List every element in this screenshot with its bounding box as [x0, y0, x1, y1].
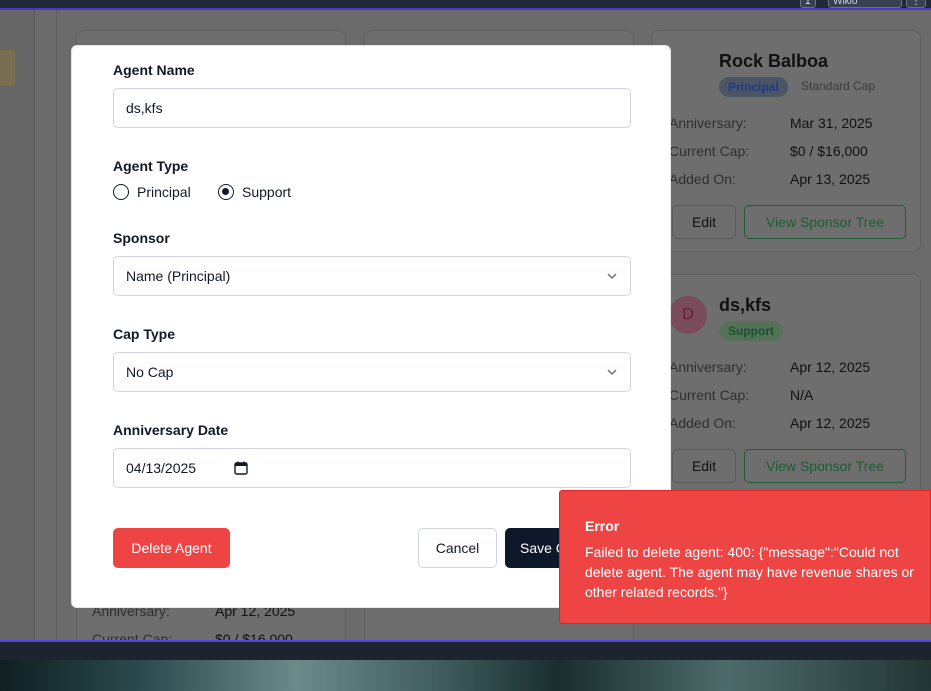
row-value: Apr 12, 2025	[790, 415, 871, 431]
agent-name: Rock Balboa	[719, 51, 829, 71]
row-label: Added On:	[669, 415, 736, 431]
row-value: $0 / $16,000	[790, 143, 868, 159]
radio-checked-icon[interactable]	[218, 184, 234, 200]
support-badge: Support	[719, 321, 783, 341]
toast-message: Failed to delete agent: 400: {"message":…	[585, 544, 914, 600]
row-value: Apr 13, 2025	[790, 171, 871, 187]
avatar: D	[669, 296, 707, 334]
toast-title: Error	[585, 518, 620, 534]
cap-type-text: Standard Cap	[801, 79, 876, 93]
cancel-button[interactable]: Cancel	[418, 528, 497, 568]
agent-name-label: Agent Name	[113, 62, 195, 78]
edit-button[interactable]: Edit	[672, 205, 736, 239]
agent-type-principal-radio[interactable]: Principal	[113, 184, 191, 200]
top-bar-control[interactable]: 1	[800, 0, 816, 8]
row-value: N/A	[790, 387, 814, 403]
background-sidebar	[0, 10, 35, 642]
cap-type-selected-value: No Cap	[126, 364, 174, 380]
view-sponsor-tree-button[interactable]: View Sponsor Tree	[744, 449, 906, 483]
principal-badge: Principal	[719, 77, 788, 97]
background-image	[0, 660, 931, 691]
row-label: Current Cap:	[669, 143, 750, 159]
top-bar-control[interactable]: Wiklo	[828, 0, 902, 8]
agent-name-input[interactable]: ds,kfs	[113, 88, 631, 128]
radio-unchecked-icon[interactable]	[113, 184, 129, 200]
delete-agent-button[interactable]: Delete Agent	[113, 528, 230, 568]
row-label: Current Cap:	[669, 387, 750, 403]
row-label: Added On:	[669, 171, 736, 187]
anniversary-date-value: 04/13/2025	[126, 460, 197, 476]
row-value: Mar 31, 2025	[790, 115, 873, 131]
sponsor-select[interactable]: Name (Principal)	[113, 256, 631, 296]
edit-button[interactable]: Edit	[672, 449, 736, 483]
radio-label: Principal	[137, 184, 191, 200]
chevron-down-icon	[607, 273, 617, 280]
top-bar: 1 Wiklo ⋮	[0, 0, 931, 10]
cap-type-select[interactable]: No Cap	[113, 352, 631, 392]
view-sponsor-tree-button[interactable]: View Sponsor Tree	[744, 205, 906, 239]
anniversary-date-label: Anniversary Date	[113, 422, 229, 438]
bottom-bar	[0, 642, 931, 660]
cap-type-label: Cap Type	[113, 326, 175, 342]
agent-card-rock-balboa: Rock Balboa Principal Standard Cap Anniv…	[651, 30, 921, 252]
sponsor-label: Sponsor	[113, 230, 170, 246]
agent-name: ds,kfs	[719, 295, 772, 315]
row-value: Apr 12, 2025	[790, 359, 871, 375]
row-label: Anniversary:	[669, 359, 747, 375]
error-toast: Error Failed to delete agent: 400: {"mes…	[559, 490, 931, 624]
agent-type-label: Agent Type	[113, 158, 189, 174]
agent-card-dskfs: D ds,kfs Support Anniversary: Apr 12, 20…	[651, 274, 921, 496]
calendar-icon[interactable]	[234, 461, 248, 475]
sponsor-selected-value: Name (Principal)	[126, 268, 231, 284]
top-bar-menu-icon[interactable]: ⋮	[906, 0, 926, 8]
row-label: Anniversary:	[669, 115, 747, 131]
anniversary-date-input[interactable]: 04/13/2025	[113, 448, 631, 488]
radio-label: Support	[242, 184, 292, 200]
agent-type-support-radio[interactable]: Support	[218, 184, 291, 200]
chevron-down-icon	[607, 369, 617, 376]
